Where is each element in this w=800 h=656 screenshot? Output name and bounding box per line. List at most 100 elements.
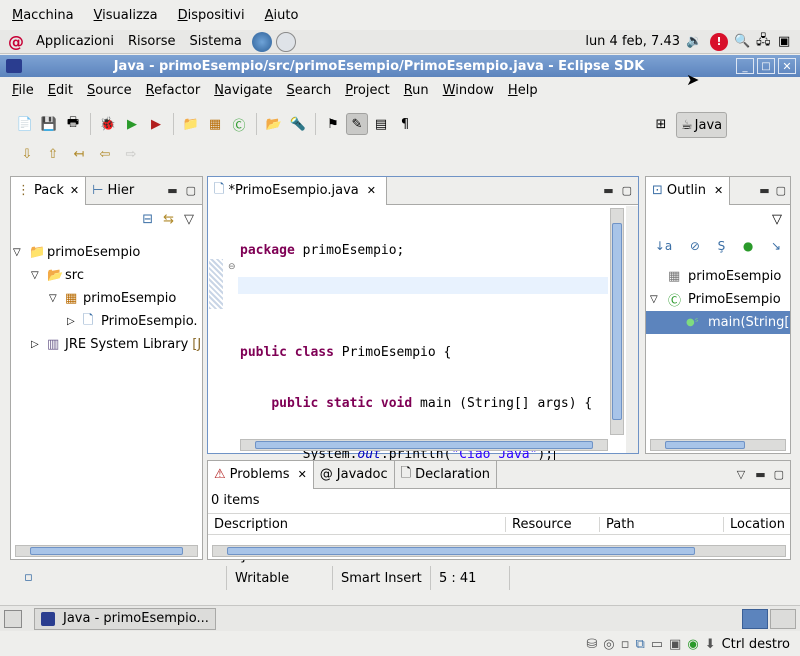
outline-item-class[interactable]: ▽ Ⓒ PrimoEsempio: [646, 288, 790, 311]
outline-item-package[interactable]: ▦ primoEsempio: [646, 265, 790, 288]
minimize-view-icon[interactable]: ▬: [603, 184, 613, 197]
block-selection-icon[interactable]: ▤: [370, 113, 392, 135]
maximize-button[interactable]: □: [757, 58, 775, 74]
hide-nonpublic-icon[interactable]: ●: [743, 239, 753, 253]
column-path[interactable]: Path: [600, 516, 724, 532]
menu-help[interactable]: Help: [508, 83, 538, 98]
menu-navigate[interactable]: Navigate: [214, 83, 272, 98]
menu-refactor[interactable]: Refactor: [146, 83, 201, 98]
show-whitespace-icon[interactable]: ¶: [394, 113, 416, 135]
tree-item-file[interactable]: ▷ 🗋 PrimoEsempio.: [11, 310, 202, 333]
previous-annotation-icon[interactable]: ⇧: [42, 143, 64, 165]
vbox-menu-aiuto[interactable]: Aiuto: [265, 8, 299, 23]
maximize-view-icon[interactable]: ▢: [622, 184, 632, 197]
outline-hscrollbar[interactable]: [650, 439, 786, 451]
update-notifier-icon[interactable]: !: [710, 32, 728, 51]
close-button[interactable]: ✕: [778, 58, 796, 74]
new-package-icon[interactable]: ▦: [204, 113, 226, 135]
applications-menu[interactable]: Applicazioni: [36, 34, 114, 49]
menu-file[interactable]: File: [12, 83, 34, 98]
mark-occurrences-icon[interactable]: ✎: [346, 113, 368, 135]
tab-javadoc[interactable]: @ Javadoc: [314, 460, 395, 489]
debug-icon[interactable]: 🐞: [97, 113, 119, 135]
usb-icon[interactable]: ▣: [669, 637, 681, 652]
expanded-arrow-icon[interactable]: ▽: [650, 294, 668, 305]
tree-item-project[interactable]: ▽ 📁 primoEsempio: [11, 241, 202, 264]
package-explorer-hscrollbar[interactable]: [15, 545, 198, 557]
view-menu-icon[interactable]: ▽: [737, 468, 745, 481]
places-menu[interactable]: Risorse: [128, 34, 176, 49]
editor-hscrollbar[interactable]: [240, 439, 608, 451]
close-tab-icon[interactable]: ✕: [367, 184, 376, 197]
window-titlebar[interactable]: Java - primoEsempio/src/primoEsempio/Pri…: [0, 55, 800, 77]
menu-project[interactable]: Project: [345, 83, 390, 98]
clock[interactable]: lun 4 feb, 7.43: [585, 34, 680, 49]
eclipse-app-icon[interactable]: [6, 59, 22, 73]
minimize-view-icon[interactable]: ▬: [759, 184, 769, 197]
close-tab-icon[interactable]: ✕: [714, 184, 723, 197]
tree-item-package[interactable]: ▽ ▦ primoEsempio: [11, 287, 202, 310]
collapse-all-icon[interactable]: ⊟: [142, 212, 153, 227]
scrollbar-thumb[interactable]: [612, 223, 622, 420]
print-icon[interactable]: 🖶: [62, 113, 84, 135]
maximize-view-icon[interactable]: ▢: [774, 468, 784, 481]
editor-vscrollbar[interactable]: [610, 208, 624, 435]
sort-icon[interactable]: ↓a: [655, 239, 672, 253]
expanded-arrow-icon[interactable]: ▽: [49, 293, 65, 304]
vbox-menu-macchina[interactable]: Macchina: [12, 8, 74, 23]
vbox-menu-dispositivi[interactable]: Dispositivi: [178, 8, 245, 23]
workspace-switcher-2[interactable]: [770, 608, 796, 629]
run-icon[interactable]: ▶: [121, 113, 143, 135]
expanded-arrow-icon[interactable]: ▽: [31, 270, 47, 281]
mouse-integration-icon[interactable]: ◉: [687, 637, 698, 652]
web-browser-icon[interactable]: [251, 31, 272, 52]
collapsed-arrow-icon[interactable]: ▷: [67, 316, 83, 327]
menu-source[interactable]: Source: [87, 83, 132, 98]
cd-icon[interactable]: ◎: [603, 637, 614, 652]
scrollbar-thumb[interactable]: [665, 441, 745, 449]
collapsed-arrow-icon[interactable]: ▷: [31, 339, 47, 350]
menu-run[interactable]: Run: [404, 83, 429, 98]
shared-folders-icon[interactable]: ▭: [651, 637, 663, 652]
scrollbar-thumb[interactable]: [30, 547, 183, 555]
column-location[interactable]: Location: [724, 517, 790, 532]
tab-outline[interactable]: ⊡ Outlin ✕: [646, 177, 731, 205]
new-class-icon[interactable]: Ⓒ: [228, 113, 250, 135]
fast-view-icon[interactable]: ▫: [24, 570, 33, 585]
search-tool-icon[interactable]: 🔦: [287, 113, 309, 135]
view-menu-icon[interactable]: ▽: [184, 212, 194, 227]
network-icon[interactable]: 🖧: [756, 31, 774, 53]
maximize-view-icon[interactable]: ▢: [776, 184, 786, 197]
java-perspective-button[interactable]: ☕ Java: [676, 112, 728, 138]
toggle-breadcrumb-icon[interactable]: ⚑: [322, 113, 344, 135]
menu-edit[interactable]: Edit: [48, 83, 73, 98]
column-resource[interactable]: Resource: [506, 516, 600, 532]
show-desktop-icon[interactable]: [4, 609, 22, 628]
volume-icon[interactable]: 🔉: [686, 34, 704, 49]
menu-window[interactable]: Window: [443, 83, 494, 98]
window-list-icon[interactable]: ▣: [778, 34, 796, 49]
save-icon[interactable]: 💾: [38, 113, 60, 135]
tab-package-explorer[interactable]: ⋮ Pack ✕: [11, 176, 87, 205]
view-menu-icon[interactable]: ▽: [772, 212, 782, 227]
hide-fields-icon[interactable]: ⊘: [690, 239, 700, 253]
problems-hscrollbar[interactable]: [212, 545, 786, 557]
minimize-view-icon[interactable]: ▬: [755, 468, 765, 481]
tab-hierarchy[interactable]: ⊢ Hier: [86, 178, 140, 204]
open-perspective-icon[interactable]: ⊞: [650, 113, 672, 135]
hide-local-types-icon[interactable]: ↘: [771, 239, 781, 253]
tree-item-jre[interactable]: ▷ ▥ JRE System Library [J: [11, 333, 202, 356]
tab-declaration[interactable]: 🗋 Declaration: [395, 460, 498, 489]
new-icon[interactable]: 📄: [14, 113, 36, 135]
outline-item-method[interactable]: ●ˢ main(String[: [646, 311, 790, 334]
expanded-arrow-icon[interactable]: ▽: [13, 247, 29, 258]
maximize-view-icon[interactable]: ▢: [186, 184, 196, 197]
close-tab-icon[interactable]: ✕: [298, 468, 307, 481]
debian-logo-icon[interactable]: @: [8, 32, 28, 51]
network-adapter-icon[interactable]: ⧉: [635, 637, 644, 652]
minimize-view-icon[interactable]: ▬: [167, 184, 177, 197]
minimize-button[interactable]: _: [736, 58, 754, 74]
hard-disk-icon[interactable]: ⛁: [586, 637, 597, 652]
close-tab-icon[interactable]: ✕: [70, 184, 79, 197]
open-type-icon[interactable]: 📂: [263, 113, 285, 135]
